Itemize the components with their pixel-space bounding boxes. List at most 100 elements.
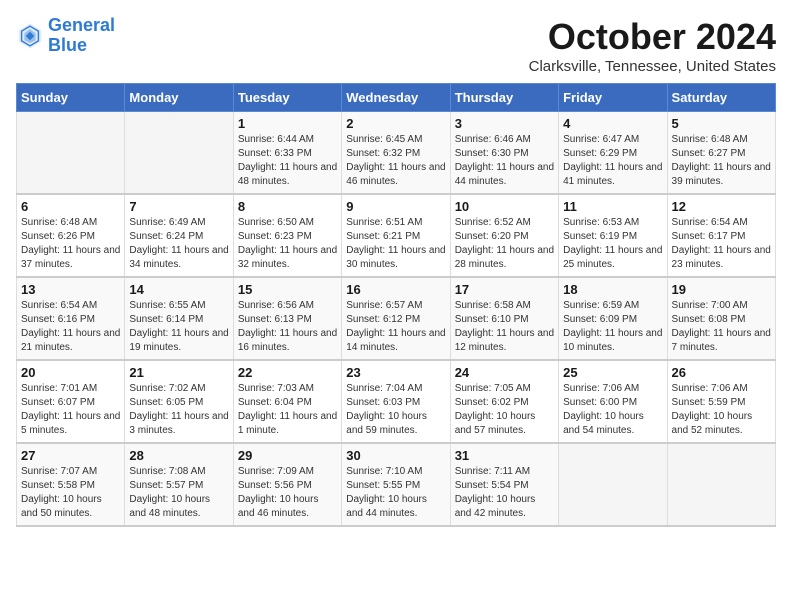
week-row-3: 20Sunrise: 7:01 AMSunset: 6:07 PMDayligh… bbox=[17, 360, 776, 443]
day-number: 22 bbox=[238, 365, 337, 380]
week-row-4: 27 Sunrise: 7:07 AMSunset: 5:58 PMDayligh… bbox=[17, 443, 776, 526]
day-detail: Sunrise: 6:47 AMSunset: 6:29 PMDaylight:… bbox=[563, 133, 662, 189]
logo-general: General bbox=[48, 15, 115, 35]
calendar-cell: 30 Sunrise: 7:10 AMSunset: 5:55 PMDayligh… bbox=[342, 443, 450, 526]
calendar-cell: 12Sunrise: 6:54 AMSunset: 6:17 PMDayligh… bbox=[667, 194, 775, 277]
day-number: 5 bbox=[672, 116, 771, 131]
header-day-tuesday: Tuesday bbox=[233, 84, 341, 112]
calendar-cell: 13 Sunrise: 6:54 AMSunset: 6:16 PMDayligh… bbox=[17, 277, 125, 360]
calendar-cell: 23Sunrise: 7:04 AMSunset: 6:03 PMDayligh… bbox=[342, 360, 450, 443]
day-number: 8 bbox=[238, 199, 337, 214]
day-number: 15 bbox=[238, 282, 337, 297]
header-row: SundayMondayTuesdayWednesdayThursdayFrid… bbox=[17, 84, 776, 112]
day-detail: Sunrise: 6:48 AMSunset: 6:26 PMDaylight:… bbox=[21, 216, 120, 272]
day-number: 19 bbox=[672, 282, 771, 297]
day-number: 18 bbox=[563, 282, 662, 297]
week-row-1: 6 Sunrise: 6:48 AMSunset: 6:26 PMDaylight… bbox=[17, 194, 776, 277]
calendar-cell bbox=[559, 443, 667, 526]
calendar-cell: 4 Sunrise: 6:47 AMSunset: 6:29 PMDaylight… bbox=[559, 112, 667, 195]
day-number: 29 bbox=[238, 448, 337, 463]
calendar-cell: 27 Sunrise: 7:07 AMSunset: 5:58 PMDayligh… bbox=[17, 443, 125, 526]
day-number: 21 bbox=[129, 365, 228, 380]
day-number: 26 bbox=[672, 365, 771, 380]
calendar-cell: 7Sunrise: 6:49 AMSunset: 6:24 PMDaylight… bbox=[125, 194, 233, 277]
day-detail: Sunrise: 6:50 AMSunset: 6:23 PMDaylight:… bbox=[238, 216, 337, 272]
day-number: 16 bbox=[346, 282, 445, 297]
title-block: October 2024 Clarksville, Tennessee, Uni… bbox=[529, 16, 776, 75]
calendar-cell: 17 Sunrise: 6:58 AMSunset: 6:10 PMDayligh… bbox=[450, 277, 558, 360]
logo-text: General Blue bbox=[48, 16, 115, 56]
day-detail: Sunrise: 6:51 AMSunset: 6:21 PMDaylight:… bbox=[346, 216, 445, 272]
calendar-cell: 28Sunrise: 7:08 AMSunset: 5:57 PMDayligh… bbox=[125, 443, 233, 526]
calendar-cell bbox=[125, 112, 233, 195]
day-number: 4 bbox=[563, 116, 662, 131]
header-day-thursday: Thursday bbox=[450, 84, 558, 112]
day-number: 30 bbox=[346, 448, 445, 463]
week-row-2: 13 Sunrise: 6:54 AMSunset: 6:16 PMDayligh… bbox=[17, 277, 776, 360]
calendar-cell: 21 Sunrise: 7:02 AMSunset: 6:05 PMDayligh… bbox=[125, 360, 233, 443]
day-number: 20 bbox=[21, 365, 120, 380]
day-number: 13 bbox=[21, 282, 120, 297]
page-header: General Blue October 2024 Clarksville, T… bbox=[16, 16, 776, 75]
header-day-monday: Monday bbox=[125, 84, 233, 112]
calendar-cell: 22 Sunrise: 7:03 AMSunset: 6:04 PMDayligh… bbox=[233, 360, 341, 443]
week-row-0: 1Sunrise: 6:44 AMSunset: 6:33 PMDaylight… bbox=[17, 112, 776, 195]
calendar-cell: 6 Sunrise: 6:48 AMSunset: 6:26 PMDaylight… bbox=[17, 194, 125, 277]
day-detail: Sunrise: 6:53 AMSunset: 6:19 PMDaylight:… bbox=[563, 216, 662, 272]
day-detail: Sunrise: 7:07 AMSunset: 5:58 PMDaylight:… bbox=[21, 465, 120, 521]
day-detail: Sunrise: 7:03 AMSunset: 6:04 PMDaylight:… bbox=[238, 382, 337, 438]
day-detail: Sunrise: 6:52 AMSunset: 6:20 PMDaylight:… bbox=[455, 216, 554, 272]
logo-blue: Blue bbox=[48, 35, 87, 55]
day-detail: Sunrise: 6:57 AMSunset: 6:12 PMDaylight:… bbox=[346, 299, 445, 355]
day-number: 17 bbox=[455, 282, 554, 297]
day-number: 3 bbox=[455, 116, 554, 131]
calendar-cell: 16 Sunrise: 6:57 AMSunset: 6:12 PMDayligh… bbox=[342, 277, 450, 360]
day-detail: Sunrise: 6:48 AMSunset: 6:27 PMDaylight:… bbox=[672, 133, 771, 189]
calendar-cell: 10 Sunrise: 6:52 AMSunset: 6:20 PMDayligh… bbox=[450, 194, 558, 277]
day-detail: Sunrise: 7:08 AMSunset: 5:57 PMDaylight:… bbox=[129, 465, 228, 521]
day-detail: Sunrise: 7:09 AMSunset: 5:56 PMDaylight:… bbox=[238, 465, 337, 521]
calendar-cell: 9 Sunrise: 6:51 AMSunset: 6:21 PMDaylight… bbox=[342, 194, 450, 277]
day-number: 10 bbox=[455, 199, 554, 214]
day-detail: Sunrise: 6:49 AMSunset: 6:24 PMDaylight:… bbox=[129, 216, 228, 272]
calendar-cell: 14Sunrise: 6:55 AMSunset: 6:14 PMDayligh… bbox=[125, 277, 233, 360]
day-detail: Sunrise: 6:46 AMSunset: 6:30 PMDaylight:… bbox=[455, 133, 554, 189]
calendar-cell: 8 Sunrise: 6:50 AMSunset: 6:23 PMDaylight… bbox=[233, 194, 341, 277]
day-detail: Sunrise: 6:58 AMSunset: 6:10 PMDaylight:… bbox=[455, 299, 554, 355]
day-number: 24 bbox=[455, 365, 554, 380]
day-detail: Sunrise: 7:05 AMSunset: 6:02 PMDaylight:… bbox=[455, 382, 554, 438]
day-detail: Sunrise: 7:10 AMSunset: 5:55 PMDaylight:… bbox=[346, 465, 445, 521]
day-detail: Sunrise: 6:55 AMSunset: 6:14 PMDaylight:… bbox=[129, 299, 228, 355]
day-detail: Sunrise: 7:06 AMSunset: 6:00 PMDaylight:… bbox=[563, 382, 662, 438]
calendar-cell bbox=[667, 443, 775, 526]
calendar-cell: 15 Sunrise: 6:56 AMSunset: 6:13 PMDayligh… bbox=[233, 277, 341, 360]
day-detail: Sunrise: 7:02 AMSunset: 6:05 PMDaylight:… bbox=[129, 382, 228, 438]
day-number: 11 bbox=[563, 199, 662, 214]
day-number: 9 bbox=[346, 199, 445, 214]
logo: General Blue bbox=[16, 16, 115, 56]
day-number: 2 bbox=[346, 116, 445, 131]
day-detail: Sunrise: 6:45 AMSunset: 6:32 PMDaylight:… bbox=[346, 133, 445, 189]
day-detail: Sunrise: 7:00 AMSunset: 6:08 PMDaylight:… bbox=[672, 299, 771, 355]
calendar-table: SundayMondayTuesdayWednesdayThursdayFrid… bbox=[16, 83, 776, 527]
header-day-sunday: Sunday bbox=[17, 84, 125, 112]
calendar-cell: 25Sunrise: 7:06 AMSunset: 6:00 PMDayligh… bbox=[559, 360, 667, 443]
day-detail: Sunrise: 6:59 AMSunset: 6:09 PMDaylight:… bbox=[563, 299, 662, 355]
header-day-friday: Friday bbox=[559, 84, 667, 112]
calendar-cell: 11 Sunrise: 6:53 AMSunset: 6:19 PMDayligh… bbox=[559, 194, 667, 277]
day-detail: Sunrise: 6:54 AMSunset: 6:17 PMDaylight:… bbox=[672, 216, 771, 272]
day-detail: Sunrise: 6:54 AMSunset: 6:16 PMDaylight:… bbox=[21, 299, 120, 355]
calendar-cell: 18 Sunrise: 6:59 AMSunset: 6:09 PMDayligh… bbox=[559, 277, 667, 360]
location: Clarksville, Tennessee, United States bbox=[529, 58, 776, 75]
calendar-cell: 31Sunrise: 7:11 AMSunset: 5:54 PMDayligh… bbox=[450, 443, 558, 526]
day-detail: Sunrise: 7:11 AMSunset: 5:54 PMDaylight:… bbox=[455, 465, 554, 521]
calendar-cell: 24 Sunrise: 7:05 AMSunset: 6:02 PMDayligh… bbox=[450, 360, 558, 443]
day-detail: Sunrise: 6:56 AMSunset: 6:13 PMDaylight:… bbox=[238, 299, 337, 355]
header-day-saturday: Saturday bbox=[667, 84, 775, 112]
day-number: 27 bbox=[21, 448, 120, 463]
calendar-cell: 3 Sunrise: 6:46 AMSunset: 6:30 PMDaylight… bbox=[450, 112, 558, 195]
day-number: 23 bbox=[346, 365, 445, 380]
logo-icon bbox=[16, 22, 44, 50]
header-day-wednesday: Wednesday bbox=[342, 84, 450, 112]
day-number: 6 bbox=[21, 199, 120, 214]
